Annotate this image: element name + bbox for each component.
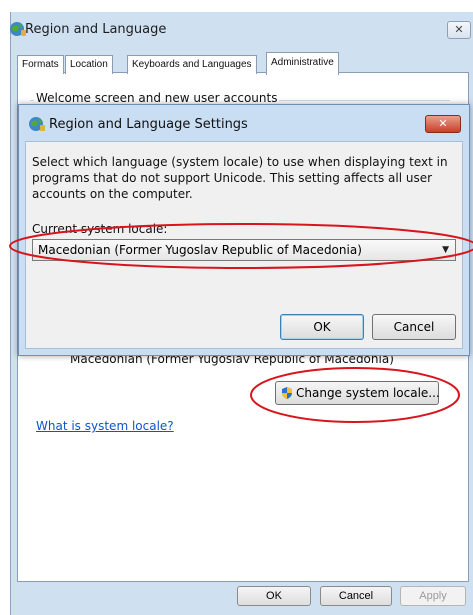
dialog-title: Region and Language Settings	[49, 117, 248, 132]
welcome-group-label: Welcome screen and new user accounts	[34, 91, 280, 105]
shield-icon	[282, 387, 292, 399]
current-locale-label: Current system locale:	[32, 222, 168, 236]
what-is-system-locale-link[interactable]: What is system locale?	[36, 419, 174, 433]
dialog-ok-button[interactable]: OK	[280, 314, 364, 340]
tab-location[interactable]: Location	[65, 55, 113, 74]
dialog-description: Select which language (system locale) to…	[32, 155, 448, 201]
tab-keyboards-languages[interactable]: Keyboards and Languages	[127, 55, 257, 74]
globe-icon	[29, 117, 45, 131]
tab-administrative[interactable]: Administrative	[266, 52, 339, 75]
background-edge	[0, 0, 10, 615]
system-locale-dropdown[interactable]: Macedonian (Former Yugoslav Republic of …	[32, 239, 456, 261]
dialog-close-button[interactable]: ✕	[425, 115, 461, 133]
change-locale-label: Change system locale...	[296, 386, 440, 400]
close-button[interactable]: ✕	[447, 21, 471, 39]
close-icon: ✕	[454, 23, 464, 36]
dialog-body: Select which language (system locale) to…	[25, 141, 463, 349]
close-icon: ✕	[438, 117, 448, 130]
dropdown-arrow-icon: ▼	[442, 245, 449, 255]
apply-button[interactable]: Apply	[400, 586, 466, 606]
tab-formats[interactable]: Formats	[17, 55, 64, 74]
window-title: Region and Language	[25, 22, 167, 37]
dialog-cancel-button[interactable]: Cancel	[372, 314, 456, 340]
ok-button[interactable]: OK	[237, 586, 311, 606]
region-language-settings-dialog: Region and Language Settings ✕ Select wh…	[18, 104, 470, 356]
cancel-button[interactable]: Cancel	[320, 586, 392, 606]
change-system-locale-button[interactable]: Change system locale...	[275, 381, 440, 405]
selected-locale-value: Macedonian (Former Yugoslav Republic of …	[38, 243, 362, 257]
